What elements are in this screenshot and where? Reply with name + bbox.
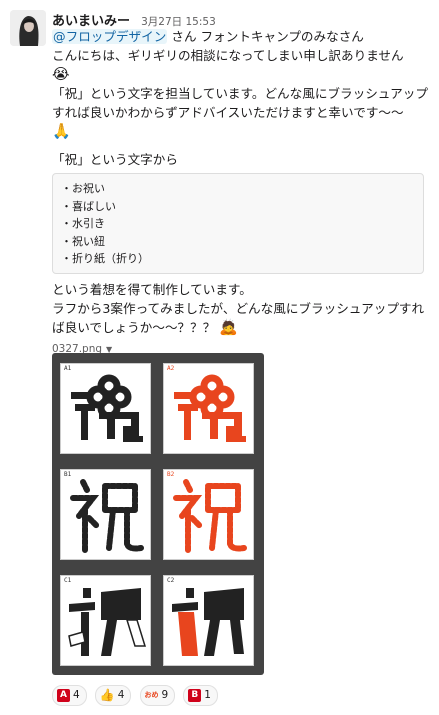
folded-hands-icon: 🙏 (52, 122, 71, 140)
tile-c2: C2 (163, 575, 254, 666)
bowing-person-icon: 🙇 (219, 317, 239, 336)
list-item: ・祝い紐 (61, 234, 105, 248)
iwai-knot-glyph (71, 374, 143, 442)
image-preview[interactable]: A1 A2 B1 B2 C1 C2 (52, 353, 264, 675)
reaction-count: 9 (161, 689, 169, 701)
apology-line: こんにちは、ギリギリの相談になってしまい申し訳ありません (52, 48, 404, 63)
iwai-rope-glyph (70, 479, 144, 553)
reactions-bar: A4 👍 4 おめ 9 B1 (52, 685, 221, 706)
list-item: ・折り紙（折り） (61, 252, 149, 265)
request-line-2: すれば良いかわからずアドバイスいただけますと幸いです〜〜 (52, 105, 404, 120)
reaction-count: 4 (117, 689, 125, 701)
reaction-omedetou[interactable]: おめ 9 (139, 685, 176, 706)
b-button-icon: B (188, 689, 202, 702)
greeting-text: さん フォントキャンプのみなさん (167, 29, 364, 44)
reaction-b[interactable]: B1 (183, 685, 218, 706)
question-line-2: ば良いでしょうか〜〜？？？ (52, 319, 216, 335)
tile-a2: A2 (163, 363, 254, 454)
list-item: ・水引き (61, 217, 105, 230)
list-item: ・喜ばしい (61, 199, 116, 213)
iwai-origami-glyph (68, 588, 147, 656)
question-line-1: ラフから3案作ってみましたが、どんな風にブラッシュアップすれ (52, 300, 425, 316)
iwai-origami-red-glyph (172, 588, 244, 656)
code-block: ・お祝い ・喜ばしい ・水引き ・祝い紐 ・折り紙（折り） (52, 173, 424, 274)
intro-line: 「祝」という文字から (52, 152, 178, 167)
avatar[interactable] (10, 10, 46, 46)
tile-a1: A1 (60, 363, 151, 454)
tile-b1: B1 (60, 469, 151, 560)
greeting-line: @フロップデザイン さん フォントキャンプのみなさん (52, 27, 430, 46)
concept-line: という着想を得て制作しています。 (52, 281, 252, 297)
reaction-count: 1 (204, 689, 211, 701)
crying-face-icon: 😭 (52, 65, 70, 83)
request-line-1: 「祝」という文字を担当しています。どんな風にブラッシュアップ (52, 86, 428, 101)
reaction-a[interactable]: A4 (52, 685, 87, 706)
user-mention[interactable]: @フロップデザイン (52, 29, 168, 44)
list-item: ・お祝い (61, 182, 105, 195)
tile-b2: B2 (163, 469, 254, 560)
omedetou-stamp-icon: おめ (144, 691, 159, 699)
reaction-count: 4 (73, 689, 80, 701)
thumbs-up-icon: 👍 (99, 688, 115, 702)
iwai-rope-red-glyph (173, 479, 247, 553)
reaction-thumbs-up[interactable]: 👍 4 (94, 685, 132, 706)
a-button-icon: A (57, 689, 70, 702)
iwai-knot-red-glyph (174, 374, 246, 442)
tile-c1: C1 (60, 575, 151, 666)
message-body: @フロップデザイン さん フォントキャンプのみなさん こんにちは、ギリギリの相談… (52, 27, 430, 358)
